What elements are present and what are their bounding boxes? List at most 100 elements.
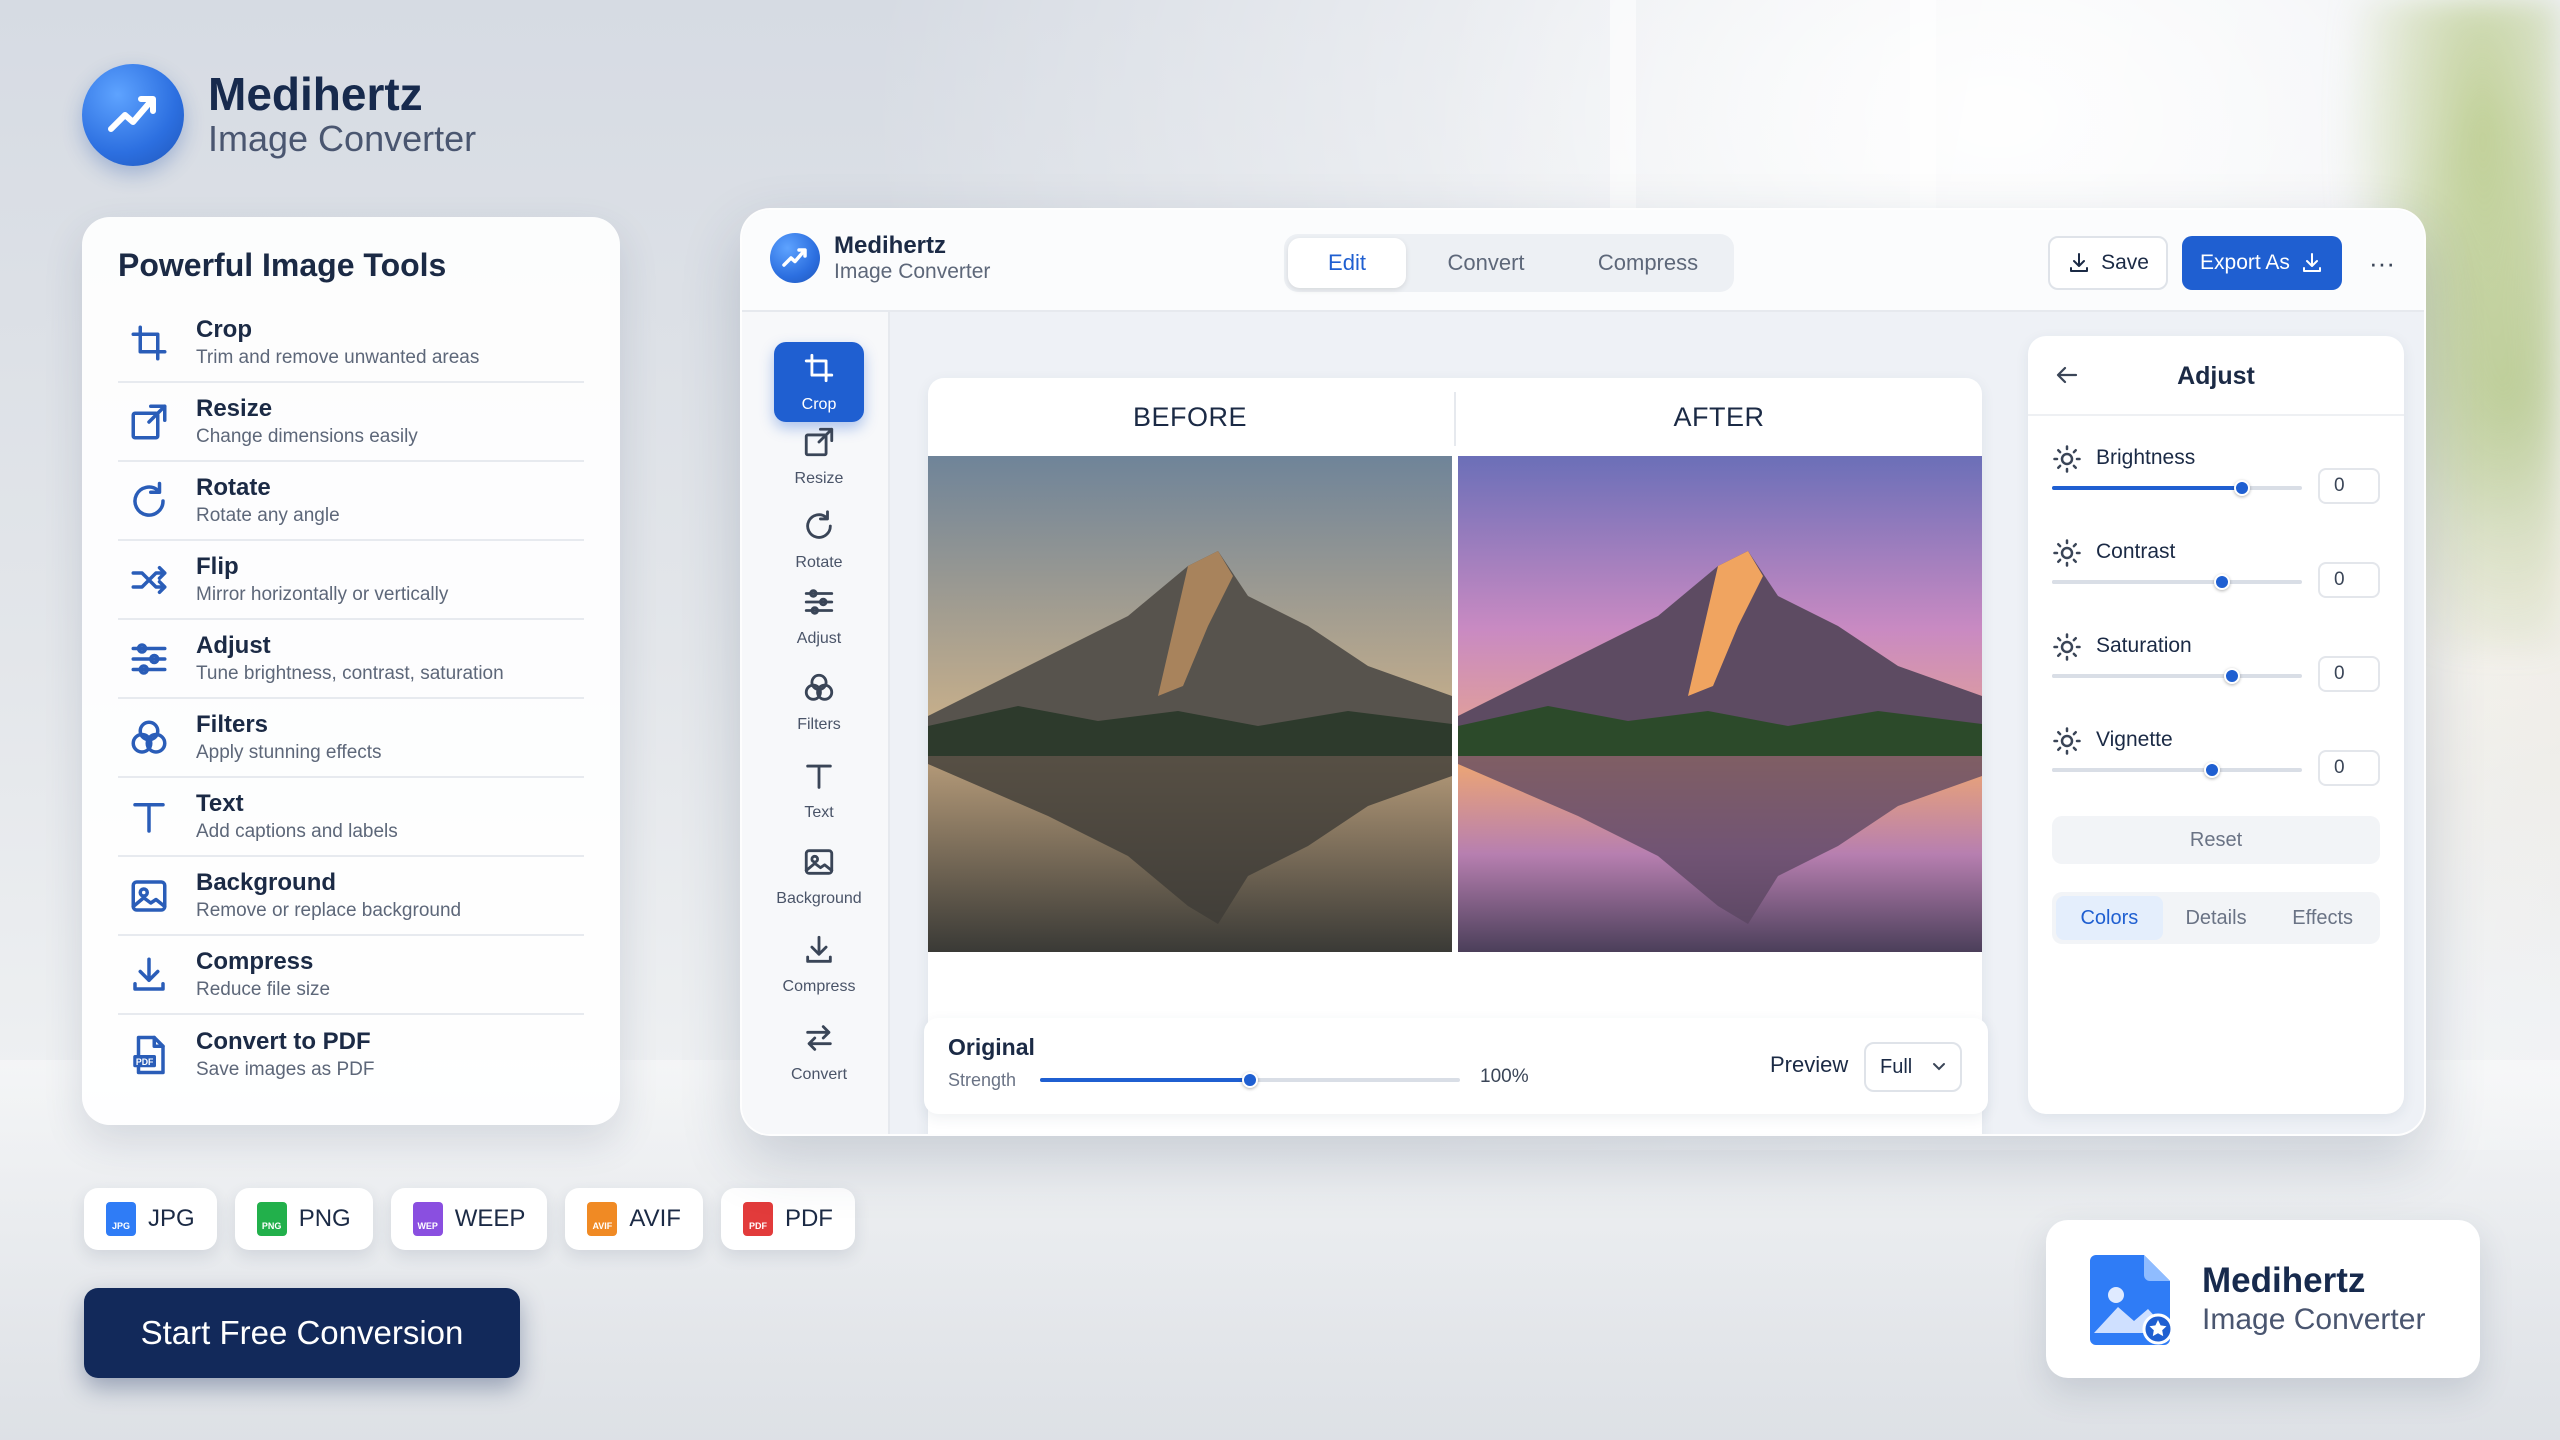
rail-item-label: Resize bbox=[794, 469, 844, 487]
brightness-slider[interactable] bbox=[2052, 480, 2302, 496]
tool-item-rotate[interactable]: Rotate Rotate any angle bbox=[118, 462, 584, 541]
slider-thumb[interactable] bbox=[2204, 762, 2220, 778]
brand-subtitle: Image Converter bbox=[208, 118, 477, 160]
slider-label: Vignette bbox=[2096, 728, 2173, 751]
tab-effects[interactable]: Effects bbox=[2269, 896, 2376, 940]
download-icon bbox=[802, 933, 836, 972]
format-chip-weep[interactable]: WEP WEEP bbox=[390, 1188, 548, 1250]
editor-brand-subtitle: Image Converter bbox=[834, 260, 991, 283]
rail-item-convert[interactable]: Convert bbox=[774, 1012, 864, 1092]
flip-icon bbox=[128, 559, 170, 601]
preview-selected-value: Full bbox=[1880, 1055, 1913, 1078]
tool-item-convert-to-pdf[interactable]: PDF Convert to PDF Save images as PDF bbox=[118, 1015, 584, 1094]
adjust-row-contrast: Contrast 0 bbox=[2052, 539, 2382, 620]
tool-name: Filters bbox=[196, 711, 269, 738]
tab-compress[interactable]: Compress bbox=[1566, 238, 1730, 288]
rail-item-label: Rotate bbox=[795, 553, 843, 571]
file-type-icon: AVIF bbox=[587, 1202, 618, 1236]
tool-description: Rotate any angle bbox=[196, 505, 340, 526]
format-chip-pdf[interactable]: PDF PDF bbox=[720, 1188, 855, 1250]
editor-header: Medihertz Image Converter Edit Convert C… bbox=[742, 210, 2424, 312]
more-options-button[interactable]: ··· bbox=[2362, 236, 2402, 290]
file-type-badge-text: JPG bbox=[111, 1221, 130, 1231]
strength-value: 100% bbox=[1480, 1066, 1529, 1087]
rail-item-label: Convert bbox=[790, 1065, 848, 1083]
slider-thumb[interactable] bbox=[2234, 480, 2250, 496]
filters-icon bbox=[128, 717, 170, 759]
slider-value-field[interactable]: 0 bbox=[2318, 468, 2380, 504]
rotate-icon bbox=[802, 509, 836, 548]
file-type-icon: WEP bbox=[412, 1202, 443, 1236]
tool-description: Tune brightness, contrast, saturation bbox=[196, 663, 504, 684]
tool-name: Adjust bbox=[196, 632, 271, 659]
slider-label: Saturation bbox=[2096, 634, 2192, 657]
preview-select[interactable]: Full bbox=[1864, 1042, 1962, 1092]
slider-thumb[interactable] bbox=[2224, 668, 2240, 684]
tool-name: Resize bbox=[196, 395, 273, 422]
before-label: BEFORE bbox=[1132, 401, 1248, 432]
tool-item-filters[interactable]: Filters Apply stunning effects bbox=[118, 699, 584, 778]
contrast-slider[interactable] bbox=[2052, 574, 2302, 590]
slider-label: Brightness bbox=[2096, 446, 2196, 469]
rail-item-label: Compress bbox=[782, 977, 856, 995]
tab-edit[interactable]: Edit bbox=[1288, 238, 1406, 288]
rail-item-filters[interactable]: Filters bbox=[774, 662, 864, 742]
tool-item-flip[interactable]: Flip Mirror horizontally or vertically bbox=[118, 541, 584, 620]
badge-brand-name: Medihertz bbox=[2202, 1261, 2366, 1300]
tool-item-compress[interactable]: Compress Reduce file size bbox=[118, 936, 584, 1015]
tool-name: Background bbox=[196, 869, 337, 896]
strength-title: Original bbox=[948, 1034, 1035, 1060]
reset-button[interactable]: Reset bbox=[2052, 816, 2380, 864]
rail-item-background[interactable]: Background bbox=[774, 836, 864, 916]
strength-slider[interactable] bbox=[1040, 1072, 1460, 1088]
rail-item-adjust[interactable]: Adjust bbox=[774, 576, 864, 656]
file-type-icon: PDF bbox=[742, 1202, 773, 1236]
vignette-slider[interactable] bbox=[2052, 762, 2302, 778]
slider-thumb[interactable] bbox=[2214, 574, 2230, 590]
export-as-button[interactable]: Export As bbox=[2182, 236, 2342, 290]
tools-card: Powerful Image Tools Crop Trim and remov… bbox=[82, 217, 620, 1125]
tool-item-crop[interactable]: Crop Trim and remove unwanted areas bbox=[118, 304, 584, 383]
tool-rail: Crop Resize Rotate Adjust Filters Text B… bbox=[742, 312, 890, 1134]
sun-icon bbox=[2052, 444, 2082, 474]
slider-value-field[interactable]: 0 bbox=[2318, 656, 2380, 692]
slider-value-field[interactable]: 0 bbox=[2318, 750, 2380, 786]
slider-fill bbox=[2052, 674, 2232, 678]
tools-card-title: Powerful Image Tools bbox=[118, 247, 447, 283]
editor-brand: Medihertz Image Converter bbox=[770, 232, 990, 284]
rail-item-compress[interactable]: Compress bbox=[774, 924, 864, 1004]
tool-item-text[interactable]: Text Add captions and labels bbox=[118, 778, 584, 857]
resize-icon bbox=[128, 401, 170, 443]
tool-item-resize[interactable]: Resize Change dimensions easily bbox=[118, 383, 584, 462]
adjust-panel-header: Adjust bbox=[2028, 336, 2404, 416]
tool-name: Flip bbox=[196, 553, 239, 580]
rail-item-resize[interactable]: Resize bbox=[774, 416, 864, 496]
tool-description: Save images as PDF bbox=[196, 1059, 375, 1080]
rail-item-text[interactable]: Text bbox=[774, 750, 864, 830]
tool-name: Rotate bbox=[196, 474, 271, 501]
strength-label: Strength bbox=[948, 1070, 1017, 1090]
start-conversion-button[interactable]: Start Free Conversion bbox=[84, 1288, 520, 1378]
adjust-panel-title: Adjust bbox=[2177, 362, 2255, 390]
tool-name: Text bbox=[196, 790, 244, 817]
format-chip-png[interactable]: PNG PNG bbox=[234, 1188, 373, 1250]
tab-convert[interactable]: Convert bbox=[1406, 238, 1566, 288]
tool-item-background[interactable]: Background Remove or replace background bbox=[118, 857, 584, 936]
format-chip-avif[interactable]: AVIF AVIF bbox=[565, 1188, 703, 1250]
rail-item-crop[interactable]: Crop bbox=[774, 342, 864, 422]
format-label: WEEP bbox=[454, 1205, 526, 1232]
rail-item-rotate[interactable]: Rotate bbox=[774, 500, 864, 580]
tool-item-adjust[interactable]: Adjust Tune brightness, contrast, satura… bbox=[118, 620, 584, 699]
format-chip-jpg[interactable]: JPG JPG bbox=[84, 1188, 217, 1250]
file-type-badge-text: PNG bbox=[261, 1221, 282, 1231]
tab-details[interactable]: Details bbox=[2163, 896, 2270, 940]
strength-slider-thumb[interactable] bbox=[1242, 1072, 1258, 1088]
resize-icon bbox=[802, 425, 836, 464]
slider-fill bbox=[2052, 486, 2242, 490]
mode-tabs: Edit Convert Compress bbox=[1284, 234, 1734, 292]
slider-value-field[interactable]: 0 bbox=[2318, 562, 2380, 598]
strength-slider-fill bbox=[1040, 1078, 1250, 1082]
save-button[interactable]: Save bbox=[2048, 236, 2168, 290]
saturation-slider[interactable] bbox=[2052, 668, 2302, 684]
tab-colors[interactable]: Colors bbox=[2056, 896, 2163, 940]
